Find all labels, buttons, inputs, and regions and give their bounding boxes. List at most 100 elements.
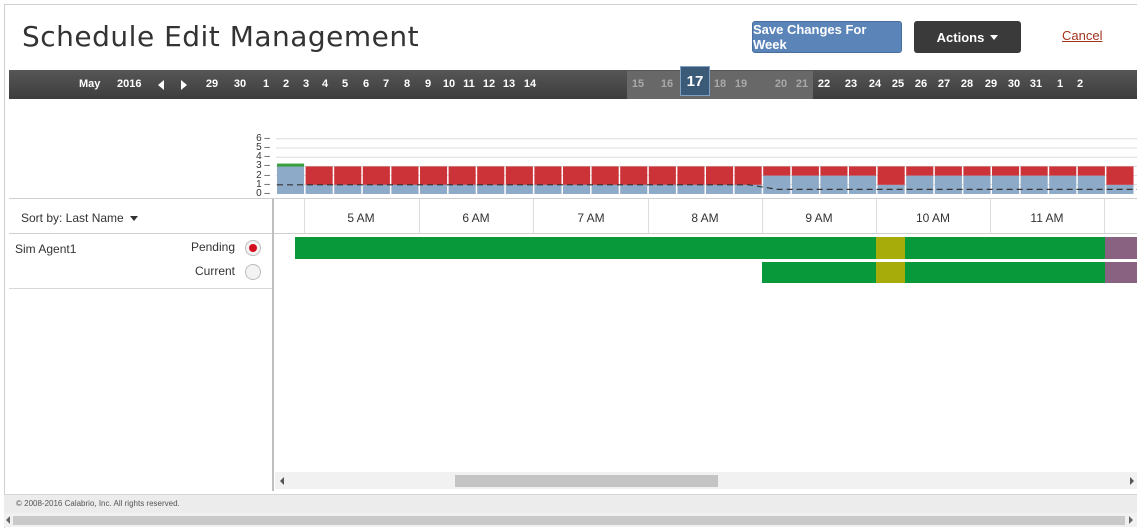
- shortfall-bar: [934, 166, 962, 176]
- scheduled-bar: [677, 184, 705, 194]
- hour-label: 8 AM: [691, 211, 719, 225]
- agent-name: Sim Agent1: [15, 242, 77, 256]
- sort-dropdown[interactable]: Sort by: Last Name: [21, 211, 138, 225]
- shortfall-bar: [362, 166, 390, 185]
- shortfall-bar: [1020, 166, 1048, 176]
- row-divider: [9, 288, 272, 289]
- scheduled-bar: [648, 184, 676, 194]
- hour-gridline: [1104, 199, 1105, 233]
- shortfall-bar: [906, 166, 934, 176]
- current-radio[interactable]: [245, 264, 261, 280]
- hour-label: 6 AM: [462, 211, 490, 225]
- timeline-scroll-thumb[interactable]: [455, 475, 718, 487]
- hour-gridline: [304, 199, 305, 233]
- scheduled-bar: [477, 184, 505, 194]
- scheduled-bar: [820, 175, 848, 194]
- shortfall-bar: [591, 166, 619, 185]
- pending-label: Pending: [190, 240, 235, 254]
- hour-gridline: [990, 199, 991, 233]
- scheduled-bar: [534, 184, 562, 194]
- scheduled-bar: [448, 184, 476, 194]
- hour-gridline: [762, 199, 763, 233]
- shortfall-bar: [563, 166, 591, 185]
- scheduled-bar: [934, 175, 962, 194]
- shortfall-bar: [334, 166, 362, 185]
- shortfall-bar: [877, 166, 905, 185]
- scheduled-bar: [505, 184, 533, 194]
- shortfall-bar: [791, 166, 819, 176]
- scheduled-bar: [963, 175, 991, 194]
- scheduled-bar: [706, 184, 734, 194]
- scheduled-bar: [791, 175, 819, 194]
- scheduled-bar: [420, 184, 448, 194]
- hour-gridline: [419, 199, 420, 233]
- shortfall-bar: [448, 166, 476, 185]
- shortfall-bar: [677, 166, 705, 185]
- hour-label: 9 AM: [805, 211, 833, 225]
- shortfall-bar: [648, 166, 676, 185]
- work-segment[interactable]: [295, 237, 876, 259]
- scroll-right-icon[interactable]: [1130, 477, 1134, 485]
- other-segment[interactable]: [1105, 262, 1137, 283]
- shortfall-bar: [763, 166, 791, 176]
- shortfall-bar: [391, 166, 419, 185]
- overstaff-marker: [277, 163, 305, 167]
- shortfall-bar: [963, 166, 991, 176]
- hour-label: 7 AM: [577, 211, 605, 225]
- scheduled-bar: [277, 166, 305, 194]
- shortfall-bar: [534, 166, 562, 185]
- copyright-text: © 2008-2016 Calabrio, Inc. All rights re…: [16, 499, 180, 508]
- page-scroll-thumb[interactable]: [13, 516, 1125, 525]
- scheduled-bar: [763, 175, 791, 194]
- scheduled-bar: [362, 184, 390, 194]
- coverage-chart: [276, 138, 1137, 194]
- panel-splitter[interactable]: [272, 199, 274, 491]
- shortfall-bar: [820, 166, 848, 176]
- shortfall-bar: [305, 166, 333, 185]
- scheduled-bar: [906, 175, 934, 194]
- scroll-left-icon[interactable]: [280, 477, 284, 485]
- shortfall-bar: [706, 166, 734, 185]
- other-segment[interactable]: [1105, 237, 1137, 259]
- shortfall-bar: [1106, 166, 1134, 185]
- pending-radio[interactable]: [245, 240, 261, 256]
- hour-gridline: [876, 199, 877, 233]
- work-segment[interactable]: [762, 262, 876, 283]
- scheduled-bar: [334, 184, 362, 194]
- scheduled-bar: [1049, 175, 1077, 194]
- shortfall-bar: [505, 166, 533, 185]
- scheduled-bar: [1020, 175, 1048, 194]
- scroll-right-icon[interactable]: [1129, 516, 1133, 524]
- hour-label: 5 AM: [347, 211, 375, 225]
- shortfall-bar: [1077, 166, 1105, 176]
- chevron-down-icon: [129, 215, 138, 221]
- scheduled-bar: [305, 184, 333, 194]
- break-segment[interactable]: [876, 262, 905, 283]
- scheduled-bar: [591, 184, 619, 194]
- shortfall-bar: [992, 166, 1020, 176]
- hour-label: 11 AM: [1030, 211, 1064, 225]
- scroll-left-icon[interactable]: [6, 516, 10, 524]
- break-segment[interactable]: [876, 237, 905, 259]
- shortfall-bar: [849, 166, 877, 176]
- scheduled-bar: [992, 175, 1020, 194]
- hour-gridline: [533, 199, 534, 233]
- sort-label: Sort by: Last Name: [21, 211, 124, 225]
- scheduled-bar: [620, 184, 648, 194]
- hour-label: 10 AM: [915, 211, 951, 225]
- scheduled-bar: [849, 175, 877, 194]
- shortfall-bar: [477, 166, 505, 185]
- shortfall-bar: [1049, 166, 1077, 176]
- work-segment[interactable]: [905, 237, 1105, 259]
- work-segment[interactable]: [905, 262, 1105, 283]
- shortfall-bar: [420, 166, 448, 185]
- shortfall-bar: [734, 166, 762, 185]
- header-separator: [9, 233, 1137, 234]
- scheduled-bar: [1077, 175, 1105, 194]
- shortfall-bar: [620, 166, 648, 185]
- hour-gridline: [648, 199, 649, 233]
- current-label: Current: [194, 264, 235, 278]
- scheduled-bar: [391, 184, 419, 194]
- chart-divider: [9, 198, 1137, 199]
- scheduled-bar: [563, 184, 591, 194]
